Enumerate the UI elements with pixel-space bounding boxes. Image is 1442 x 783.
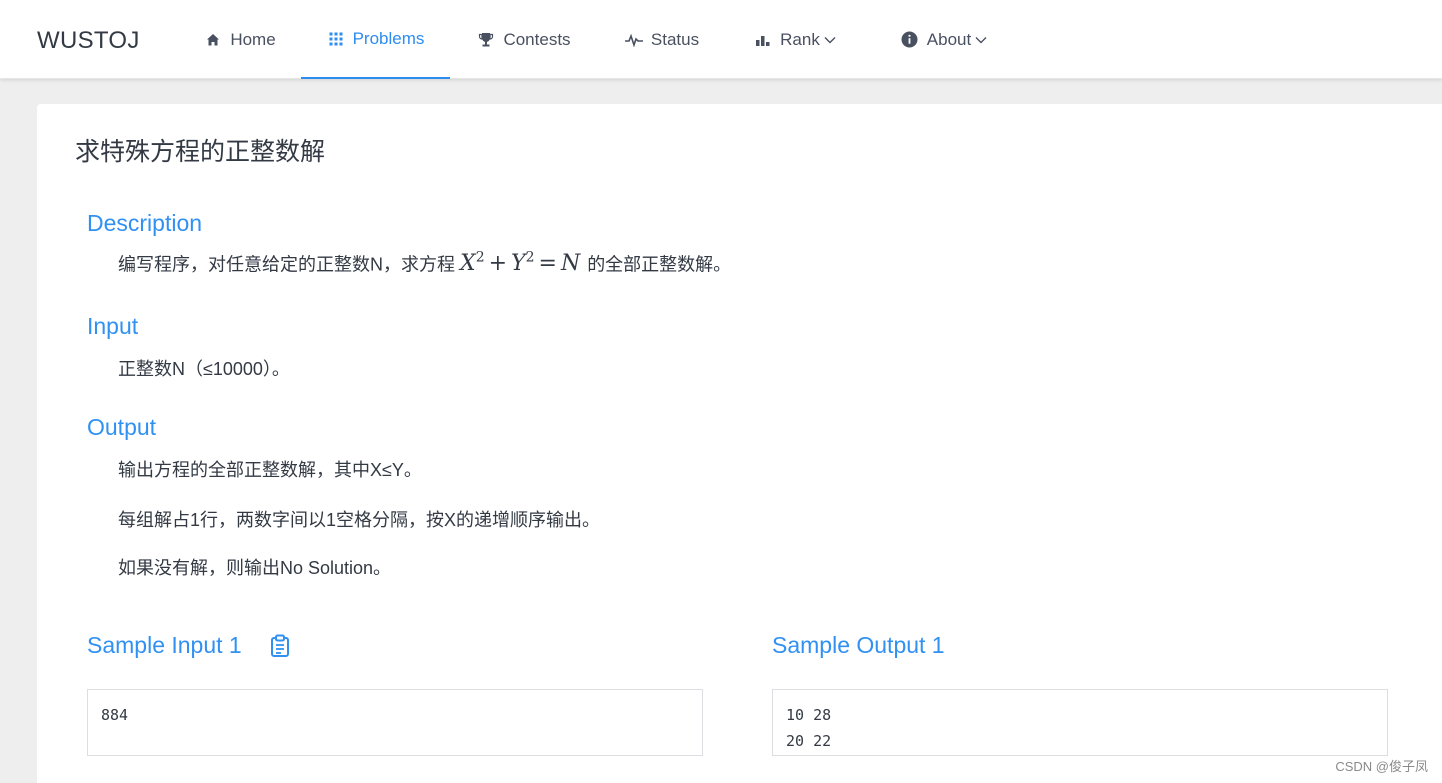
input-heading: Input (87, 313, 139, 339)
nav-about[interactable]: About (885, 0, 1003, 79)
input-text: 正整数N（≤10000）。 (118, 359, 290, 379)
home-icon (204, 31, 222, 49)
clipboard-copy-icon[interactable] (270, 634, 290, 663)
watermark-text: CSDN @俊子凤 (1335, 759, 1428, 774)
sample-output-line: 20 22 (786, 732, 832, 750)
output-heading: Output (87, 414, 157, 440)
sample-input-box[interactable]: 884 (87, 689, 703, 756)
pulse-icon (624, 31, 643, 49)
description-text-after: 的全部正整数解。 (587, 254, 732, 275)
output-line: 每组解占1行，两数字间以1空格分隔，按X的递增顺序输出。 (118, 510, 601, 530)
nav-rank-label: Rank (780, 29, 820, 49)
nav-problems-label: Problems (352, 28, 425, 48)
equation-formula: X2 + Y2 = N (460, 250, 581, 277)
nav-status[interactable]: Status (610, 0, 714, 79)
nav-home-label: Home (230, 29, 276, 49)
sample-output-box[interactable]: 10 28 20 22 (772, 689, 1388, 756)
output-line: 如果没有解，则输出No Solution。 (118, 558, 392, 578)
nav-contests-label: Contests (503, 29, 571, 49)
description-text-before: 编写程序，对任意给定的正整数N，求方程 (118, 254, 455, 275)
chevron-down-icon (824, 36, 836, 44)
nav-problems[interactable]: Problems (301, 0, 450, 79)
nav-home[interactable]: Home (190, 0, 290, 79)
problem-title: 求特殊方程的正整数解 (75, 138, 326, 166)
sample-input-heading: Sample Input 1 (87, 632, 242, 658)
problem-card: 求特殊方程的正整数解 Description 编写程序，对任意给定的正整数N，求… (37, 104, 1442, 783)
sample-output-heading: Sample Output 1 (772, 632, 945, 658)
output-line: 输出方程的全部正整数解，其中X≤Y。 (118, 460, 422, 480)
nav-rank[interactable]: Rank (738, 0, 852, 79)
nav-about-label: About (926, 29, 972, 49)
sample-output-line: 10 28 (786, 706, 832, 724)
nav-contests[interactable]: Contests (463, 0, 585, 79)
nav-status-label: Status (650, 29, 700, 49)
site-logo[interactable]: WUSTOJ (37, 27, 140, 55)
bar-chart-icon (754, 31, 772, 49)
description-text: 编写程序，对任意给定的正整数N，求方程 X2 + Y2 = N 的全部正整数解。 (118, 250, 731, 276)
chevron-down-icon (975, 36, 987, 44)
description-heading: Description (87, 210, 203, 236)
top-navbar: WUSTOJ Home Problems Contests Status Ran… (0, 0, 1442, 79)
trophy-icon (477, 31, 495, 49)
grid-icon (327, 30, 345, 48)
sample-input-line: 884 (101, 706, 129, 724)
info-icon (901, 31, 919, 49)
